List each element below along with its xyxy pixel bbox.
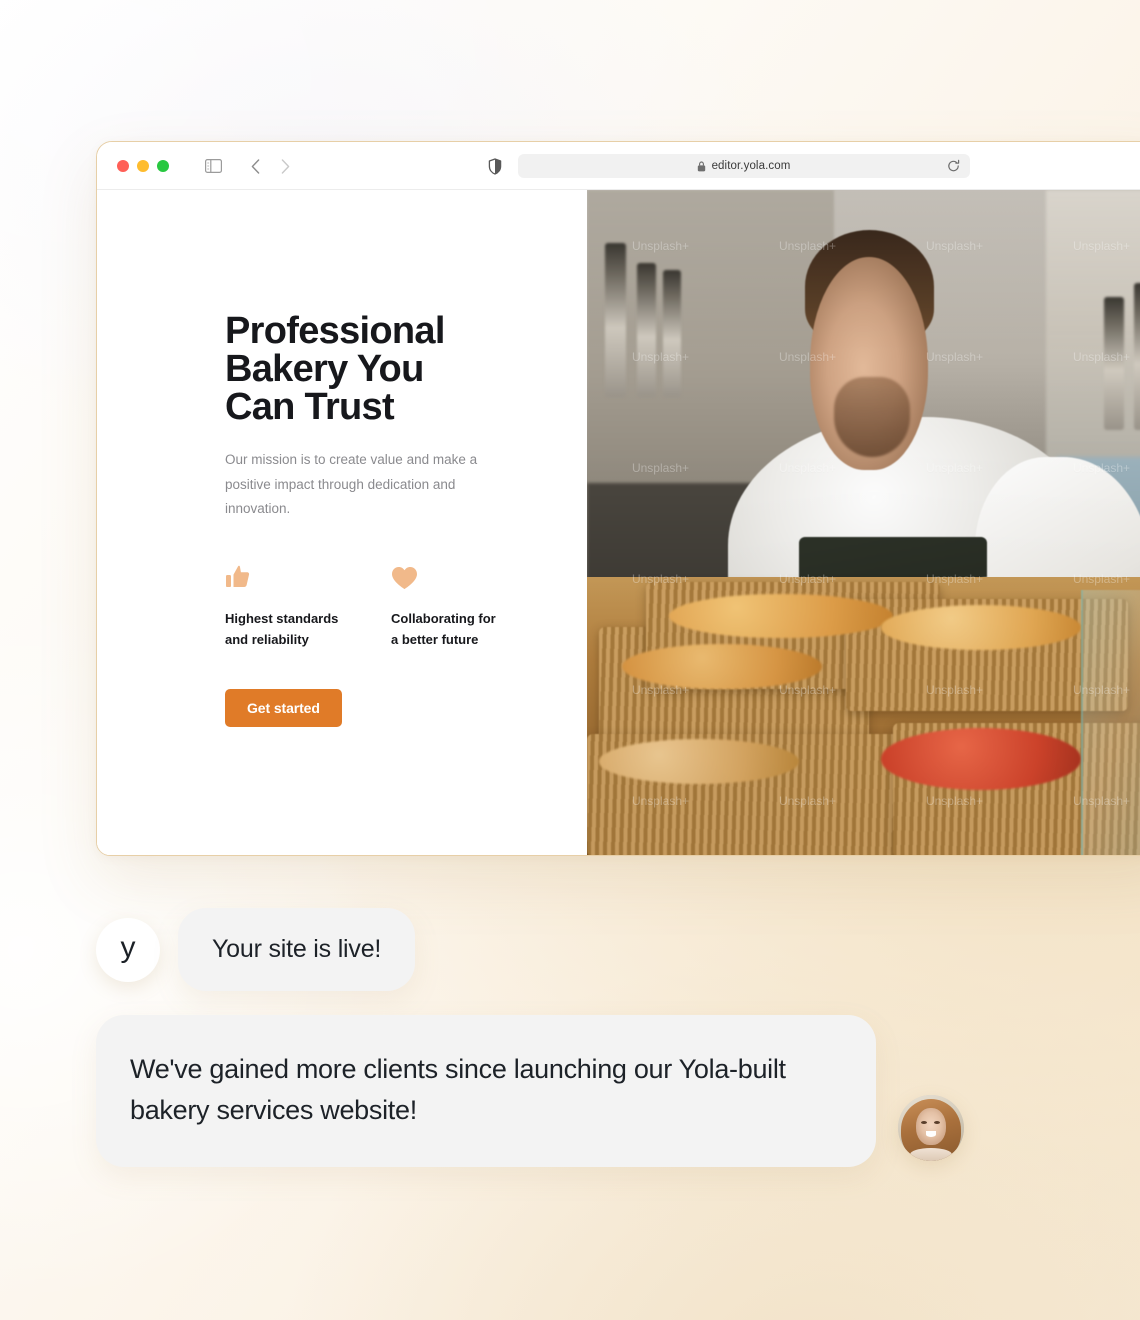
address-bar[interactable]: editor.yola.com: [517, 154, 970, 178]
yola-logo-letter: y: [120, 930, 136, 964]
privacy-shield-icon[interactable]: [488, 157, 502, 175]
close-button[interactable]: [117, 160, 129, 172]
feature-list: Highest standards and reliability Collab…: [225, 560, 587, 651]
navigation-controls[interactable]: [244, 155, 296, 177]
site-preview: Professional Bakery You Can Trust Our mi…: [97, 190, 1140, 855]
thumbs-up-icon: [225, 560, 357, 590]
minimize-button[interactable]: [137, 160, 149, 172]
page-title: Professional Bakery You Can Trust: [225, 310, 445, 428]
window-controls[interactable]: [117, 160, 169, 172]
sidebar-toggle-icon[interactable]: [205, 159, 222, 173]
maximize-button[interactable]: [157, 160, 169, 172]
hero-subtitle: Our mission is to create value and make …: [225, 452, 478, 517]
yola-logo-avatar: y: [96, 917, 160, 982]
browser-window: editor.yola.com Professional Bakery You …: [96, 141, 1140, 856]
user-avatar: [898, 1095, 964, 1162]
chat-row-brand: y Your site is live!: [96, 908, 1096, 991]
feature-label: Highest standards and reliability: [225, 610, 339, 648]
chat-bubble-testimonial: We've gained more clients since launchin…: [96, 1015, 876, 1168]
hero-text-column: Professional Bakery You Can Trust Our mi…: [97, 190, 587, 855]
reload-icon[interactable]: [947, 159, 960, 173]
feature-item: Collaborating for a better future: [391, 560, 523, 651]
heart-icon: [391, 560, 523, 590]
bakery-photo: Unsplash+ Unsplash+ Unsplash+ Unsplash+ Uns…: [587, 190, 1140, 855]
lock-icon: [697, 160, 705, 171]
feature-item: Highest standards and reliability: [225, 560, 357, 651]
chat-row-testimonial: We've gained more clients since launchin…: [96, 1015, 1096, 1168]
chevron-left-icon[interactable]: [244, 155, 266, 177]
feature-label: Collaborating for a better future: [391, 610, 496, 648]
chat-bubble-status: Your site is live!: [178, 908, 416, 991]
testimonial-chat: y Your site is live! We've gained more c…: [96, 908, 1096, 1168]
browser-toolbar: editor.yola.com: [97, 142, 1140, 190]
url-text: editor.yola.com: [711, 160, 791, 172]
chevron-right-icon[interactable]: [274, 155, 296, 177]
hero-image: Unsplash+ Unsplash+ Unsplash+ Unsplash+ Uns…: [587, 190, 1140, 855]
get-started-button[interactable]: Get started: [225, 688, 342, 727]
